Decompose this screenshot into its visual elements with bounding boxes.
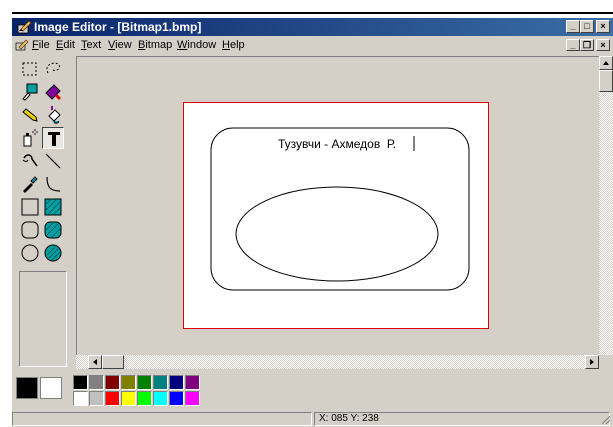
palette-swatch[interactable] bbox=[169, 391, 184, 406]
status-coordinates: X: 085 Y: 238 bbox=[314, 412, 610, 426]
palette-swatch[interactable] bbox=[121, 391, 136, 406]
lasso-tool[interactable] bbox=[42, 58, 64, 80]
rectangle-icon bbox=[21, 198, 39, 216]
rounded-rectangle-tool[interactable] bbox=[19, 219, 41, 241]
eraser-tool[interactable] bbox=[42, 81, 64, 103]
vertical-scrollbar[interactable] bbox=[599, 56, 613, 369]
arrow-up-icon bbox=[603, 61, 609, 65]
palette-swatch[interactable] bbox=[105, 375, 120, 390]
filled-rounded-rectangle-tool[interactable] bbox=[42, 219, 64, 241]
palette-swatch[interactable] bbox=[169, 375, 184, 390]
ellipse-tool[interactable] bbox=[19, 242, 41, 264]
brush-tool[interactable] bbox=[19, 150, 41, 172]
status-bar: X: 085 Y: 238 bbox=[12, 411, 613, 427]
scroll-right-button[interactable] bbox=[585, 355, 599, 369]
background-color-swatch[interactable] bbox=[40, 377, 62, 399]
fill-tool[interactable] bbox=[42, 104, 64, 126]
scroll-left-button[interactable] bbox=[88, 355, 102, 369]
horizontal-scroll-thumb[interactable] bbox=[102, 355, 124, 369]
mdi-restore-button[interactable]: ❐ bbox=[580, 39, 594, 51]
menu-window[interactable]: Window bbox=[177, 39, 216, 51]
filled-rectangle-icon bbox=[44, 198, 62, 216]
vertical-scroll-thumb[interactable] bbox=[599, 70, 613, 92]
line-icon bbox=[45, 153, 61, 169]
palette-swatch[interactable] bbox=[185, 375, 200, 390]
close-button[interactable]: × bbox=[596, 20, 610, 33]
menu-file[interactable]: File bbox=[32, 39, 50, 51]
rounded-rectangle-shape bbox=[210, 127, 470, 291]
status-pane-message bbox=[12, 412, 312, 426]
palette-swatch[interactable] bbox=[153, 391, 168, 406]
airbrush-tool[interactable] bbox=[19, 127, 41, 149]
foreground-color-swatch[interactable] bbox=[16, 377, 38, 399]
menu-help[interactable]: Help bbox=[222, 39, 245, 51]
menu-bitmap[interactable]: Bitmap bbox=[138, 39, 172, 51]
palette-grid bbox=[73, 375, 201, 407]
rounded-rectangle-icon bbox=[21, 221, 39, 239]
filled-ellipse-tool[interactable] bbox=[42, 242, 64, 264]
palette-swatch[interactable] bbox=[137, 391, 152, 406]
desktop-line bbox=[12, 12, 613, 14]
filled-ellipse-icon bbox=[44, 244, 62, 262]
select-rect-tool[interactable] bbox=[19, 58, 41, 80]
palette-swatch[interactable] bbox=[153, 375, 168, 390]
color-picker-icon bbox=[22, 83, 38, 101]
brush-icon bbox=[22, 154, 38, 167]
menu-edit[interactable]: Edit bbox=[56, 39, 75, 51]
rectangle-tool[interactable] bbox=[19, 196, 41, 218]
paint-bucket-icon bbox=[48, 106, 61, 124]
drawing-workspace: Тузувчи - Ахмедов Р. bbox=[76, 56, 599, 369]
desktop-edge bbox=[0, 14, 12, 427]
color-palette-bar bbox=[12, 373, 613, 411]
window-title: Image Editor - [Bitmap1.bmp] bbox=[34, 20, 202, 34]
mdi-close-button[interactable]: × bbox=[596, 39, 610, 51]
dropper-tool[interactable] bbox=[19, 173, 41, 195]
bitmap-canvas[interactable]: Тузувчи - Ахмедов Р. bbox=[183, 102, 489, 329]
filled-rectangle-tool[interactable] bbox=[42, 196, 64, 218]
menu-bar: File Edit Text View Bitmap Window Help bbox=[12, 36, 613, 54]
maximize-button[interactable]: □ bbox=[580, 20, 594, 33]
eraser-icon bbox=[45, 84, 62, 101]
pencil-tool[interactable] bbox=[19, 104, 41, 126]
palette-swatch[interactable] bbox=[73, 391, 88, 406]
app-icon bbox=[17, 20, 32, 34]
horizontal-scrollbar[interactable] bbox=[76, 355, 599, 369]
menu-view[interactable]: View bbox=[108, 39, 132, 51]
pick-color-tool[interactable] bbox=[19, 81, 41, 103]
arrow-left-icon bbox=[93, 359, 97, 365]
ellipse-shape bbox=[235, 186, 439, 282]
palette-swatch[interactable] bbox=[89, 391, 104, 406]
menu-text[interactable]: Text bbox=[81, 39, 101, 51]
text-tool[interactable] bbox=[42, 127, 64, 149]
canvas-text[interactable]: Тузувчи - Ахмедов Р. bbox=[278, 137, 396, 151]
curve-tool[interactable] bbox=[42, 173, 64, 195]
curve-icon bbox=[46, 176, 61, 192]
minimize-button[interactable]: _ bbox=[566, 20, 580, 33]
mdi-minimize-button[interactable]: _ bbox=[566, 39, 580, 51]
palette-swatch[interactable] bbox=[105, 391, 120, 406]
dropper-icon bbox=[23, 176, 38, 193]
select-rect-icon bbox=[22, 62, 37, 76]
pencil-icon bbox=[22, 108, 38, 122]
palette-swatch[interactable] bbox=[137, 375, 152, 390]
text-t-icon bbox=[48, 132, 60, 146]
scroll-corner bbox=[599, 355, 613, 369]
title-bar[interactable]: Image Editor - [Bitmap1.bmp] _ □ × bbox=[12, 18, 613, 36]
line-tool[interactable] bbox=[42, 150, 64, 172]
palette-swatch[interactable] bbox=[73, 375, 88, 390]
scroll-up-button[interactable] bbox=[599, 56, 613, 70]
palette-swatch[interactable] bbox=[121, 375, 136, 390]
tool-options-box[interactable] bbox=[19, 271, 67, 367]
lasso-icon bbox=[46, 62, 60, 74]
resize-grip-icon[interactable] bbox=[599, 413, 611, 425]
palette-swatch[interactable] bbox=[185, 391, 200, 406]
ellipse-icon bbox=[21, 244, 39, 262]
palette-swatch[interactable] bbox=[89, 375, 104, 390]
arrow-right-icon bbox=[590, 359, 594, 365]
document-icon[interactable] bbox=[15, 38, 29, 52]
toolbox bbox=[15, 56, 69, 379]
filled-rounded-rectangle-icon bbox=[44, 221, 62, 239]
airbrush-icon bbox=[23, 129, 38, 147]
image-editor-window: Image Editor - [Bitmap1.bmp] _ □ × File … bbox=[12, 18, 613, 427]
